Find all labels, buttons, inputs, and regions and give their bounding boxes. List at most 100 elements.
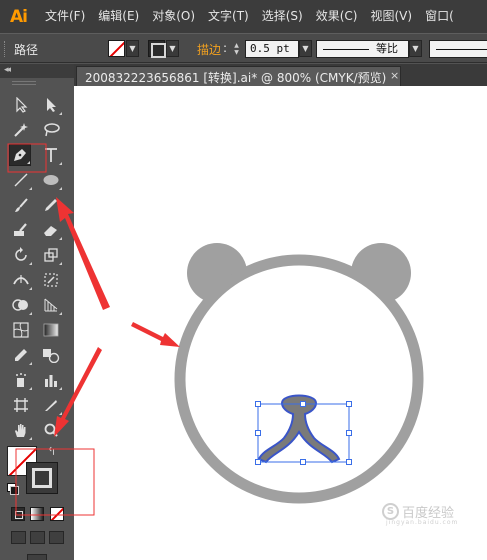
artwork — [174, 243, 424, 504]
width-tool[interactable] — [10, 269, 32, 291]
menu-window[interactable]: 窗口( — [420, 0, 459, 33]
handle-mr — [346, 430, 352, 436]
handle-bl — [255, 459, 261, 465]
hand-icon — [15, 424, 26, 437]
blend-tool[interactable] — [40, 344, 62, 366]
symbol-sprayer-tool[interactable] — [10, 369, 32, 391]
lasso-tool[interactable] — [40, 119, 62, 141]
selection-arrow-icon — [16, 97, 28, 113]
chevron-down-icon: ▼ — [169, 44, 176, 53]
ellipse-tool[interactable] — [40, 169, 62, 191]
draw-normal-button[interactable] — [11, 531, 26, 544]
chevron-down-icon: ▼ — [412, 44, 419, 53]
color-mode-button[interactable] — [11, 507, 25, 521]
handle-bm — [300, 459, 306, 465]
stroke-weight-dropdown[interactable]: ▼ — [299, 40, 312, 57]
gradient-icon — [43, 323, 59, 337]
line-segment-tool[interactable] — [10, 169, 32, 191]
draw-inside-button[interactable] — [49, 531, 64, 544]
stroke-color-swatch[interactable] — [148, 40, 166, 58]
brush-definition-select[interactable] — [429, 40, 487, 58]
swap-fill-stroke-icon[interactable]: ↰ — [47, 445, 56, 458]
scale-tool[interactable] — [40, 244, 62, 266]
collapse-panel-icon[interactable]: ◂◂ — [4, 65, 11, 75]
column-graph-tool[interactable] — [40, 369, 62, 391]
direct-selection-tool[interactable] — [40, 94, 62, 116]
stroke-panel-link[interactable]: 描边 — [197, 41, 221, 58]
tools-panel-header: ◂◂ — [0, 64, 74, 78]
shape-builder-tool[interactable] — [10, 294, 32, 316]
menu-view[interactable]: 视图(V) — [365, 0, 417, 33]
pen-tool[interactable] — [9, 144, 31, 166]
free-transform-icon — [44, 273, 58, 287]
handle-ml — [255, 430, 261, 436]
perspective-grid-icon — [44, 298, 58, 312]
document-tab-title: 20083222365686​1 [转换].ai* @ 800% (CMYK/预… — [85, 71, 387, 85]
rotate-tool[interactable] — [10, 244, 32, 266]
stroke-weight-input[interactable]: 0.5 pt — [245, 40, 299, 58]
document-tab[interactable]: 20083222365686​1 [转换].ai* @ 800% (CMYK/预… — [76, 66, 401, 86]
shape-builder-icon — [12, 299, 28, 311]
menu-object[interactable]: 对象(O) — [147, 0, 200, 33]
stroke-weight-stepper[interactable]: ▲ ▼ — [231, 42, 242, 56]
watermark-subtext: jingyan.baidu.com — [386, 519, 459, 526]
menu-select[interactable]: 选择(S) — [257, 0, 308, 33]
stroke-color-box[interactable] — [26, 462, 58, 494]
direct-selection-arrow-icon — [47, 98, 56, 112]
fill-color-swatch[interactable] — [108, 40, 125, 57]
menu-bar: Ai 文件(F) 编辑(E) 对象(O) 文字(T) 选择(S) 效果(C) 视… — [0, 0, 487, 33]
profile-preview-line — [323, 49, 369, 50]
handle-br — [346, 459, 352, 465]
pen-nib-icon — [14, 149, 26, 161]
lasso-icon — [44, 123, 60, 137]
document-tab-bar: 20083222365686​1 [转换].ai* @ 800% (CMYK/预… — [74, 64, 487, 86]
selection-type-label: 路径 — [14, 43, 39, 57]
menu-effect[interactable]: 效果(C) — [311, 0, 363, 33]
stroke-dropdown-button[interactable]: ▼ — [166, 40, 179, 57]
mesh-tool[interactable] — [10, 319, 32, 341]
tools-panel-grip[interactable] — [12, 81, 36, 85]
rotate-icon — [15, 247, 27, 261]
gradient-mode-button[interactable] — [30, 507, 44, 521]
magic-wand-tool[interactable] — [10, 119, 32, 141]
watermark: S 百度经验 jingyan.baidu.com — [382, 502, 457, 526]
profile-dropdown-button[interactable]: ▼ — [409, 40, 422, 57]
screen-mode-button[interactable] — [27, 554, 47, 560]
stroke-label-colon: : — [223, 41, 228, 55]
column-graph-icon — [45, 375, 57, 387]
perspective-grid-tool[interactable] — [40, 294, 62, 316]
eraser-tool[interactable] — [40, 219, 62, 241]
pencil-tool[interactable] — [40, 194, 62, 216]
arrow-up-icon: ▲ — [234, 42, 239, 49]
blob-brush-icon — [14, 223, 27, 236]
paintbrush-tool[interactable] — [10, 194, 32, 216]
pencil-icon — [45, 199, 57, 211]
scale-icon — [44, 248, 58, 262]
paintbrush-icon — [15, 198, 28, 212]
tools-panel: ◂◂ ↰ — [0, 64, 74, 560]
artboard-canvas[interactable] — [74, 86, 487, 560]
slice-tool[interactable] — [40, 394, 62, 416]
blend-icon — [43, 349, 60, 363]
free-transform-tool[interactable] — [40, 269, 62, 291]
draw-behind-button[interactable] — [30, 531, 45, 544]
eyedropper-tool[interactable] — [10, 344, 32, 366]
menu-file[interactable]: 文件(F) — [40, 0, 90, 33]
control-bar-grip[interactable] — [4, 41, 7, 57]
artboard-tool[interactable] — [10, 394, 32, 416]
close-tab-icon[interactable]: × — [390, 69, 399, 82]
blob-brush-tool[interactable] — [10, 219, 32, 241]
handle-tl — [255, 401, 261, 407]
default-fill-stroke-icon[interactable] — [7, 483, 19, 495]
menu-edit[interactable]: 编辑(E) — [93, 0, 144, 33]
menu-type[interactable]: 文字(T) — [203, 0, 254, 33]
none-mode-button[interactable] — [50, 507, 64, 521]
zoom-tool[interactable] — [40, 419, 62, 441]
gradient-tool[interactable] — [40, 319, 62, 341]
variable-width-profile-select[interactable]: 等比 — [316, 40, 409, 58]
selection-tool[interactable] — [10, 94, 32, 116]
fill-dropdown-button[interactable]: ▼ — [126, 40, 139, 57]
app-logo: Ai — [10, 6, 28, 27]
type-tool[interactable] — [40, 144, 62, 166]
hand-tool[interactable] — [10, 419, 32, 441]
